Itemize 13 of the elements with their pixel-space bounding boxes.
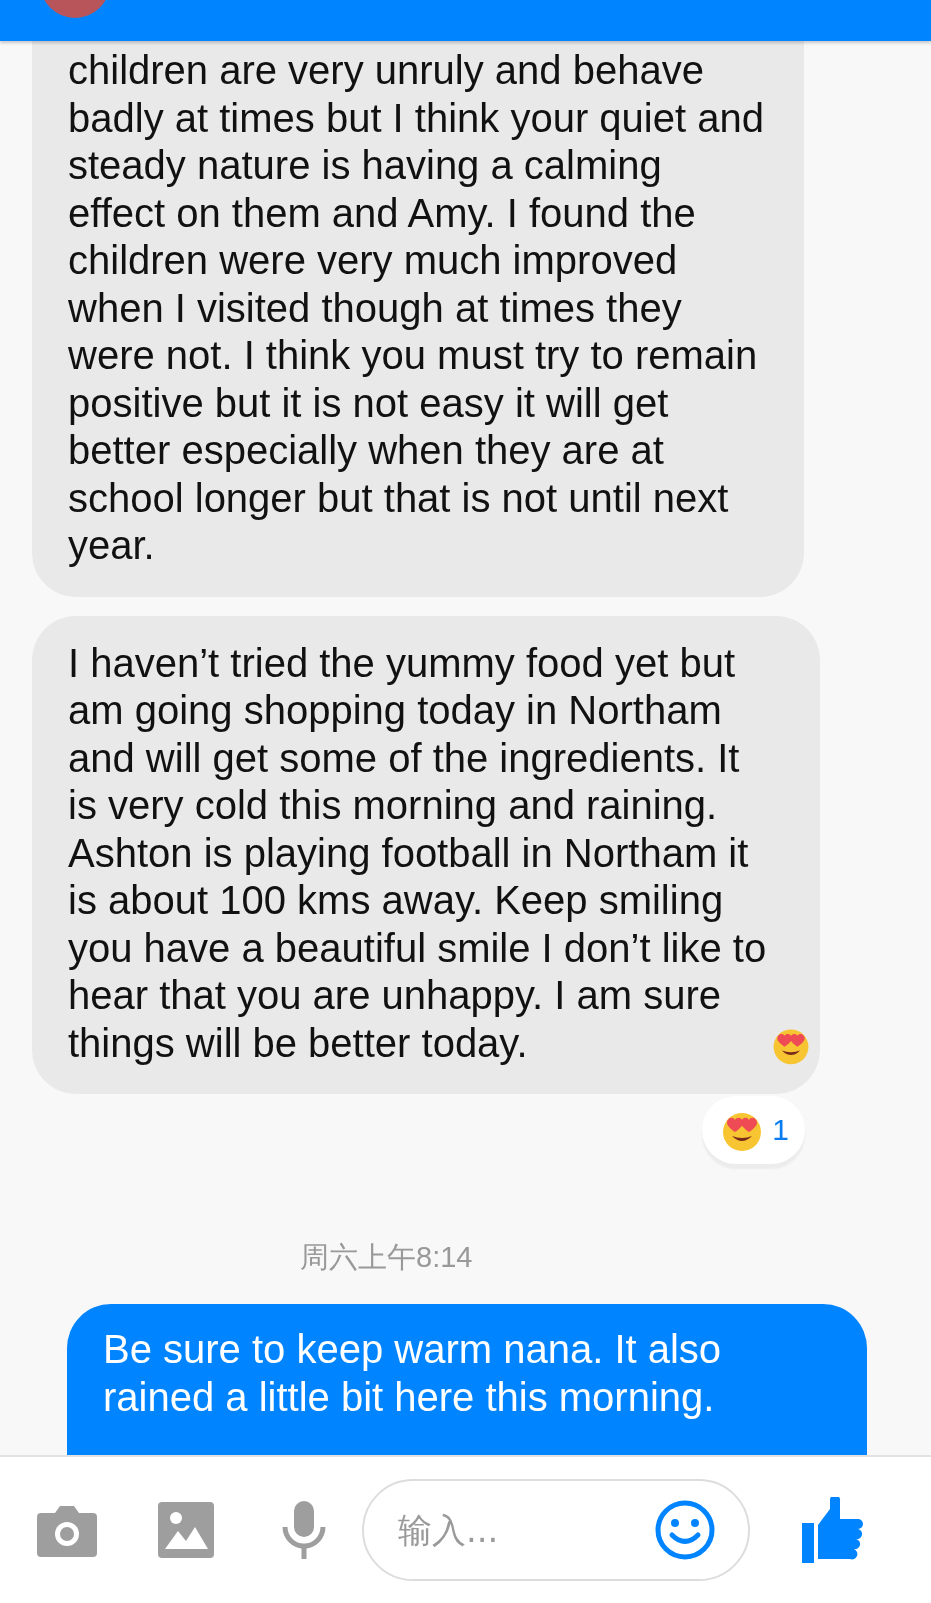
input-field[interactable]: 输入... <box>362 1479 750 1581</box>
reaction-count: 1 <box>772 1113 789 1147</box>
smiley-icon[interactable] <box>654 1499 716 1561</box>
message-text: I haven’t tried the yummy food yet but am going shopping today in Northam and will get some of the ingredients. It is very cold this morning and raining. Ashton is playing football in Northam it is about 100 kms away. Keep smiling you have a beautiful smile I don’t like to hear that you are unhappy. I am sure things will be better today. <box>68 639 767 1067</box>
thumbs-up-icon[interactable] <box>802 1497 864 1563</box>
camera-icon[interactable] <box>37 1503 97 1557</box>
message-input-field[interactable]: 输入... <box>398 1510 654 1550</box>
microphone-icon[interactable] <box>282 1501 326 1559</box>
reaction-badge[interactable]: 1 <box>702 1096 805 1164</box>
timestamp: 周六上午8:14 <box>300 1240 473 1275</box>
message-text: children are very unruly and behave badly at times but I think your quiet and steady nature is having a calming effect on them and Amy. I found the children were very much improved when I visited though at times they were not. I think you must try to remain positive but it is not easy it will get better especially when they are at school longer but that is not until next year. <box>68 47 764 569</box>
message-text: Be sure to keep warm nana. It also rained a little bit here this morning. <box>103 1326 722 1421</box>
image-icon[interactable] <box>158 1502 214 1558</box>
